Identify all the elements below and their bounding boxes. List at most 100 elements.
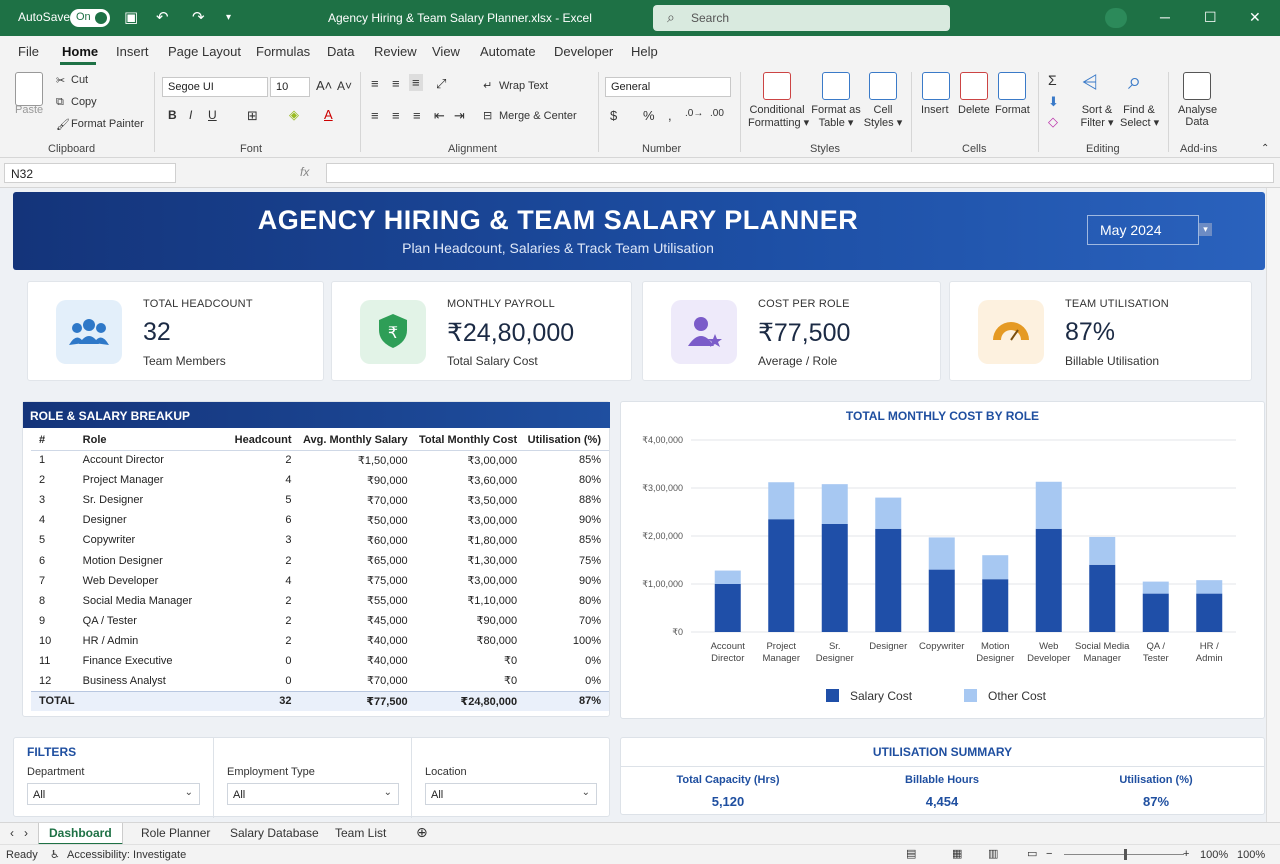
table-cell[interactable]: 10	[31, 631, 83, 651]
bold-icon[interactable]: B	[168, 108, 177, 122]
merge-center-icon[interactable]: ⊟	[483, 109, 492, 122]
table-cell[interactable]: ₹40,000	[299, 631, 415, 651]
table-cell[interactable]: 2	[233, 591, 300, 611]
table-cell[interactable]: ₹45,000	[299, 611, 415, 631]
table-cell[interactable]: 7	[31, 571, 83, 591]
table-cell[interactable]: ₹90,000	[416, 611, 525, 631]
tab-data[interactable]: Data	[327, 44, 354, 59]
tab-review[interactable]: Review	[374, 44, 417, 59]
month-select[interactable]: May 2024	[1087, 215, 1199, 245]
tab-view[interactable]: View	[432, 44, 460, 59]
table-cell[interactable]: ₹77,500	[299, 690, 416, 712]
sort-filter-button[interactable]: Sort & Filter ▾	[1080, 104, 1114, 129]
align-center-icon[interactable]: ≡	[392, 108, 400, 123]
table-cell[interactable]: 4	[31, 510, 83, 530]
table-cell[interactable]: ₹70,000	[299, 490, 415, 510]
table-cell[interactable]: 2	[31, 470, 83, 490]
align-middle-icon[interactable]: ≡	[392, 76, 400, 91]
tab-automate[interactable]: Automate	[480, 44, 536, 59]
sheet-tab-role-planner[interactable]: Role Planner	[141, 826, 210, 840]
format-cells-button[interactable]: Format	[995, 104, 1030, 116]
borders-icon[interactable]: ⊞	[247, 108, 258, 124]
align-top-icon[interactable]: ≡	[371, 76, 379, 91]
tab-home[interactable]: Home	[62, 44, 98, 59]
vertical-scrollbar[interactable]	[1266, 188, 1280, 822]
zoom-out-icon[interactable]: −	[1046, 848, 1052, 860]
normal-view-icon[interactable]: ▤	[906, 847, 916, 860]
table-cell[interactable]: ₹24,80,000	[415, 690, 526, 712]
add-sheet-icon[interactable]: ⊕	[416, 824, 428, 841]
table-cell[interactable]: TOTAL	[31, 690, 83, 712]
percent-icon[interactable]: %	[643, 108, 655, 123]
table-cell[interactable]: ₹90,000	[299, 470, 415, 490]
currency-icon[interactable]: $	[610, 108, 617, 123]
format-as-table-button[interactable]: Format as Table ▾	[811, 104, 861, 129]
delete-cells-icon[interactable]	[960, 72, 988, 100]
table-cell[interactable]: ₹55,000	[299, 591, 415, 611]
table-cell[interactable]: 87%	[525, 690, 609, 712]
column-header[interactable]: #	[31, 430, 83, 451]
table-row[interactable]: 12 Business Analyst 0 ₹70,000 ₹0 0%	[31, 671, 609, 691]
table-row[interactable]: 5 Copywriter 3 ₹60,000 ₹1,80,000 85%	[31, 530, 609, 550]
table-cell[interactable]: ₹3,00,000	[416, 510, 525, 530]
number-format-select[interactable]: General	[605, 77, 731, 97]
table-cell[interactable]: Copywriter	[83, 530, 233, 550]
table-cell[interactable]: 2	[233, 450, 300, 470]
table-cell[interactable]	[82, 690, 233, 712]
table-cell[interactable]: 3	[233, 530, 300, 550]
conditional-formatting-button[interactable]: Conditional Formatting ▾	[748, 104, 809, 129]
table-cell[interactable]: 11	[31, 651, 83, 671]
column-header[interactable]: Avg. Monthly Salary	[299, 430, 416, 451]
insert-cells-icon[interactable]	[922, 72, 950, 100]
table-cell[interactable]: Finance Executive	[83, 651, 233, 671]
table-cell[interactable]: 1	[31, 450, 83, 470]
table-cell[interactable]: 2	[233, 631, 300, 651]
table-cell[interactable]: 6	[233, 510, 300, 530]
increase-font-icon[interactable]: A˄	[316, 78, 332, 93]
column-header[interactable]: Headcount	[232, 430, 300, 451]
table-cell[interactable]: ₹3,00,000	[416, 450, 525, 470]
table-cell[interactable]: 0%	[525, 671, 609, 691]
paste-icon[interactable]	[15, 72, 43, 106]
table-cell[interactable]: 100%	[525, 631, 609, 651]
table-cell[interactable]: HR / Admin	[83, 631, 233, 651]
table-cell[interactable]: Account Director	[83, 450, 233, 470]
zoom-in-icon[interactable]: +	[1183, 848, 1189, 860]
employment-type-select[interactable]: All ⌄	[227, 783, 399, 805]
table-row[interactable]: 2 Project Manager 4 ₹90,000 ₹3,60,000 80%	[31, 470, 609, 490]
formula-input[interactable]	[326, 163, 1274, 183]
table-cell[interactable]: ₹1,30,000	[416, 550, 525, 570]
table-cell[interactable]: ₹60,000	[299, 530, 415, 550]
table-cell[interactable]: 5	[31, 530, 83, 550]
table-cell[interactable]: 4	[233, 470, 300, 490]
table-cell[interactable]: ₹1,10,000	[416, 591, 525, 611]
tab-insert[interactable]: Insert	[116, 44, 149, 59]
table-cell[interactable]: ₹3,00,000	[416, 571, 525, 591]
department-select[interactable]: All ⌄	[27, 783, 200, 805]
table-cell[interactable]: 12	[31, 671, 83, 691]
fx-label[interactable]: fx	[300, 165, 309, 179]
autosave-toggle[interactable]: On	[70, 9, 110, 27]
analyze-data-button[interactable]: Analyse Data	[1178, 104, 1217, 128]
table-cell[interactable]: 9	[31, 611, 83, 631]
table-cell[interactable]: Web Developer	[83, 571, 233, 591]
table-cell[interactable]: ₹0	[416, 671, 525, 691]
close-icon[interactable]: ✕	[1249, 9, 1261, 26]
column-header[interactable]: Utilisation (%)	[525, 430, 609, 451]
table-cell[interactable]: ₹65,000	[299, 550, 415, 570]
table-cell[interactable]: 70%	[525, 611, 609, 631]
month-dropdown-icon[interactable]: ▾	[1199, 223, 1212, 236]
table-cell[interactable]: 0%	[525, 651, 609, 671]
zoom-level[interactable]: 100%	[1237, 849, 1265, 861]
table-row[interactable]: 10 HR / Admin 2 ₹40,000 ₹80,000 100%	[31, 631, 609, 651]
clear-icon[interactable]: ◇	[1048, 114, 1058, 130]
copy-button[interactable]: Copy	[71, 96, 97, 108]
table-cell[interactable]: 90%	[525, 510, 609, 530]
table-cell[interactable]: Business Analyst	[83, 671, 233, 691]
decrease-font-icon[interactable]: A˅	[337, 79, 352, 93]
table-cell[interactable]: Project Manager	[83, 470, 233, 490]
table-row[interactable]: 4 Designer 6 ₹50,000 ₹3,00,000 90%	[31, 510, 609, 530]
tab-developer[interactable]: Developer	[554, 44, 613, 59]
table-row[interactable]: 8 Social Media Manager 2 ₹55,000 ₹1,10,000 80…	[31, 591, 609, 611]
table-cell[interactable]: 6	[31, 550, 83, 570]
